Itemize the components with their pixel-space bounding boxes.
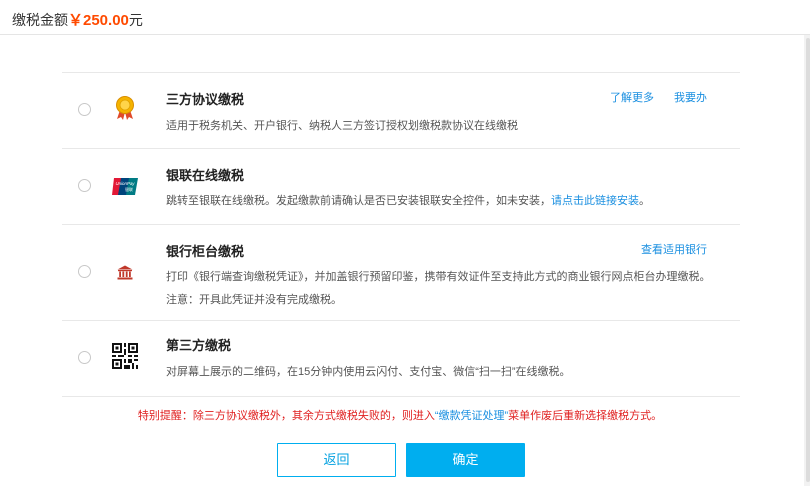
reminder-text: 特别提醒：除三方协议缴税外，其余方式缴税失败的，则进入 <box>137 410 435 422</box>
payment-option-third-party[interactable]: 第三方缴税 对屏幕上展示的二维码，在15分钟内使用云闪付、支付宝、微信“扫一扫”… <box>62 321 740 397</box>
option-note: 注意：开具此凭证并没有完成缴税。 <box>166 294 342 306</box>
option-description-suffix: 。 <box>639 195 650 207</box>
scrollbar-thumb[interactable] <box>806 38 810 482</box>
back-button[interactable]: 返回 <box>277 443 396 477</box>
radio-tripartite[interactable] <box>78 103 91 116</box>
install-control-link[interactable]: 请点击此链接安装 <box>551 195 639 207</box>
payment-option-bank-counter[interactable]: 银行柜台缴税 打印《银行端查询缴税凭证》，并加盖银行预留印鉴，携带有效证件至支持… <box>62 225 740 321</box>
radio-unionpay[interactable] <box>78 179 91 192</box>
payment-method-list: 三方协议缴税 适用于税务机关、开户银行、纳税人三方签订授权划缴税款协议在线缴税 … <box>62 72 740 397</box>
confirm-button[interactable]: 确定 <box>406 443 525 477</box>
bank-icon <box>112 259 138 285</box>
unionpay-icon-text-top: UnionPay <box>115 181 135 186</box>
qrcode-icon <box>112 343 138 369</box>
unionpay-icon: UnionPay 银联 <box>112 173 138 199</box>
reminder-text-suffix: 菜单作废后重新选择缴税方式。 <box>508 410 663 422</box>
special-reminder: 特别提醒：除三方协议缴税外，其余方式缴税失败的，则进入“缴款凭证处理”菜单作废后… <box>0 407 800 423</box>
payment-option-tripartite[interactable]: 三方协议缴税 适用于税务机关、开户银行、纳税人三方签订授权划缴税款协议在线缴税 … <box>62 73 740 149</box>
option-actions: 查看适用银行 <box>641 241 707 257</box>
tax-amount-unit: 元 <box>128 12 143 28</box>
tax-amount-label: 缴税金额 <box>12 12 68 28</box>
option-description: 对屏幕上展示的二维码，在15分钟内使用云闪付、支付宝、微信“扫一扫”在线缴税。 <box>166 366 571 378</box>
option-description-text: 跳转至银联在线缴税。发起缴款前请确认是否已安装银联安全控件，如未安装， <box>166 195 551 207</box>
option-description: 打印《银行端查询缴税凭证》，并加盖银行预留印鉴，携带有效证件至支持此方式的商业银… <box>166 271 711 283</box>
view-banks-link[interactable]: 查看适用银行 <box>641 241 707 257</box>
payment-option-unionpay[interactable]: UnionPay 银联 银联在线缴税 跳转至银联在线缴税。发起缴款前请确认是否已… <box>62 149 740 225</box>
option-title: 三方协议缴税 <box>166 92 245 107</box>
apply-now-link[interactable]: 我要办 <box>674 89 707 105</box>
option-description: 跳转至银联在线缴税。发起缴款前请确认是否已安装银联安全控件，如未安装，请点击此链… <box>166 192 650 208</box>
tax-amount-row: 缴税金额￥250.00元 <box>12 9 143 30</box>
voucher-processing-link[interactable]: “缴款凭证处理” <box>435 410 508 422</box>
radio-third-party[interactable] <box>78 351 91 364</box>
option-title: 银行柜台缴税 <box>166 244 245 259</box>
option-description: 适用于税务机关、开户银行、纳税人三方签订授权划缴税款协议在线缴税 <box>166 120 518 132</box>
dialog-header: 缴税金额￥250.00元 <box>0 0 810 35</box>
medal-icon <box>112 95 138 121</box>
unionpay-icon-text-bottom: 银联 <box>125 186 133 192</box>
tax-amount-value: ￥250.00 <box>68 12 129 29</box>
radio-bank-counter[interactable] <box>78 265 91 278</box>
option-title: 第三方缴税 <box>166 338 232 353</box>
option-title: 银联在线缴税 <box>166 168 245 183</box>
learn-more-link[interactable]: 了解更多 <box>610 89 654 105</box>
option-actions: 了解更多 我要办 <box>610 89 707 105</box>
